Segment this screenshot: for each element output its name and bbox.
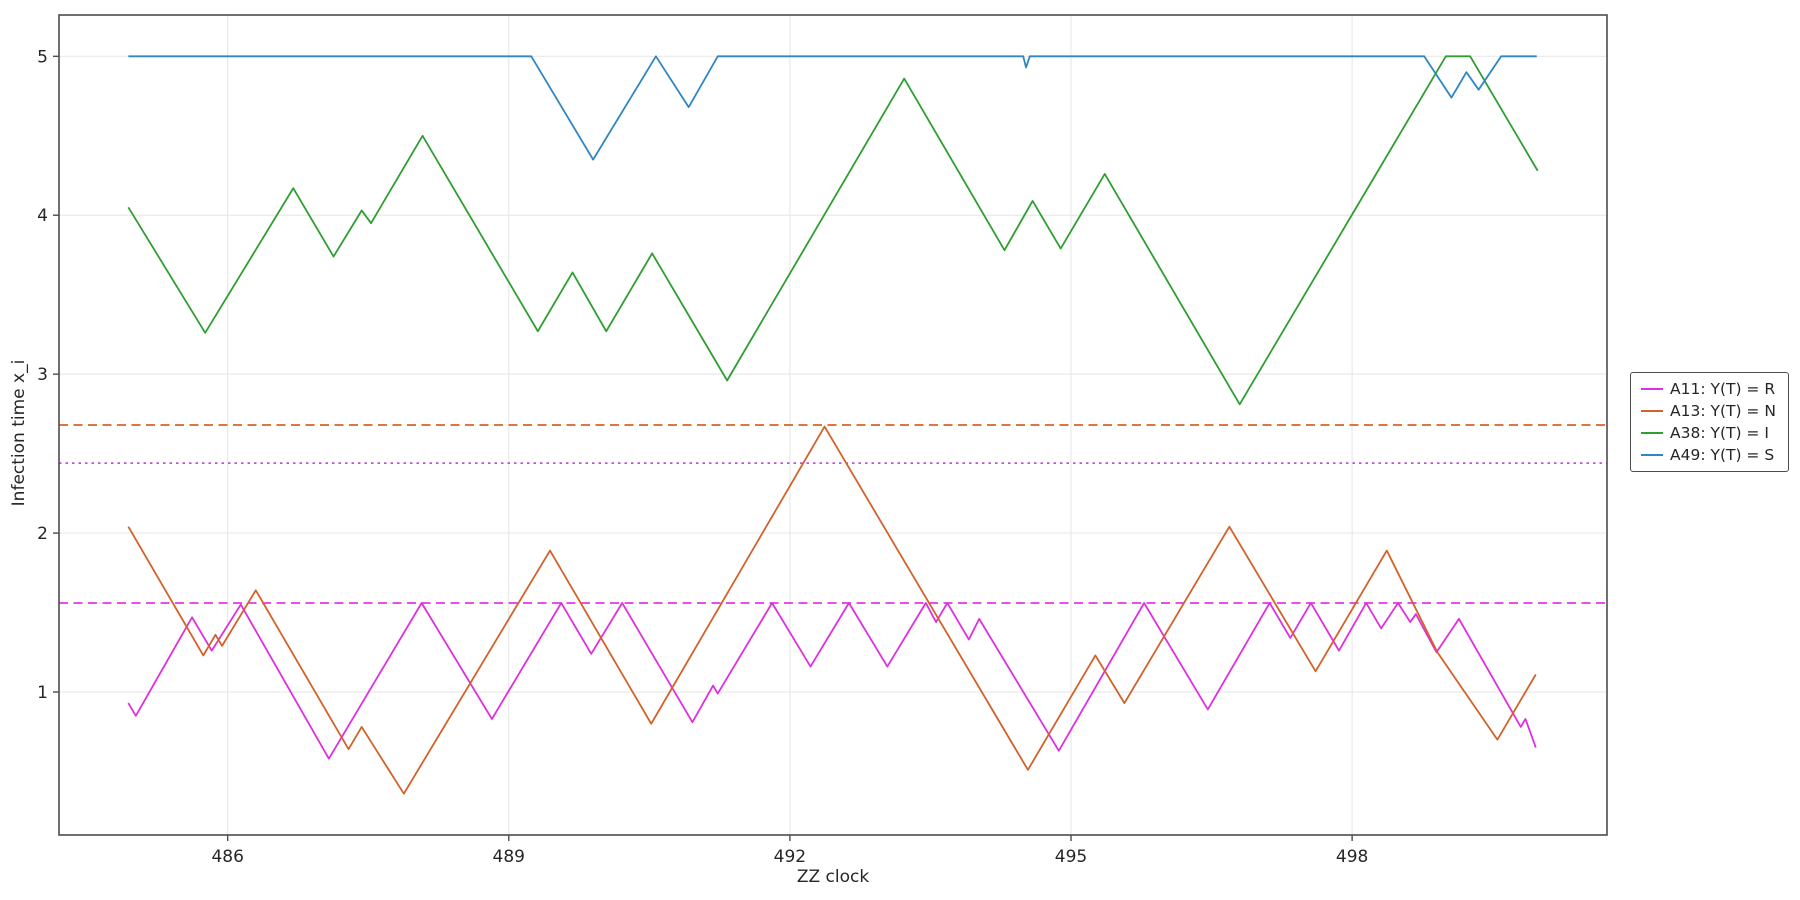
x-tick-label: 486 bbox=[211, 847, 243, 867]
legend-item: A13: Y(T) = N bbox=[1641, 402, 1776, 420]
legend-swatch-line bbox=[1641, 432, 1663, 434]
legend: A11: Y(T) = R A13: Y(T) = N A38: Y(T) = I A… bbox=[1630, 372, 1789, 472]
y-tick-label: 5 bbox=[37, 47, 48, 67]
y-tick-label: 4 bbox=[37, 206, 48, 226]
legend-item: A49: Y(T) = S bbox=[1641, 446, 1776, 464]
x-tick-label: 498 bbox=[1336, 847, 1368, 867]
legend-swatch-line bbox=[1641, 454, 1663, 456]
legend-swatch-line bbox=[1641, 410, 1663, 412]
legend-item-label: A38: Y(T) = I bbox=[1670, 424, 1769, 442]
legend-item: A38: Y(T) = I bbox=[1641, 424, 1776, 442]
series-line-A49 bbox=[128, 55, 1537, 161]
legend-item-label: A13: Y(T) = N bbox=[1670, 402, 1776, 420]
figure: 486 489 492 495 498 1 2 3 4 5 ZZ clock Infection … bbox=[0, 0, 1800, 900]
x-tick-label: 489 bbox=[493, 847, 525, 867]
series-line-A38 bbox=[127, 55, 1539, 406]
legend-swatch-line bbox=[1641, 388, 1663, 390]
x-tick-label: 495 bbox=[1055, 847, 1087, 867]
y-tick-label: 2 bbox=[37, 524, 48, 544]
y-tick-label: 3 bbox=[37, 365, 48, 385]
x-axis-label: ZZ clock bbox=[797, 867, 870, 887]
y-axis-label: Infection time x_i bbox=[9, 360, 29, 507]
tick-layer: 486 489 492 495 498 1 2 3 4 5 bbox=[37, 47, 1368, 867]
line-chart: 486 489 492 495 498 1 2 3 4 5 ZZ clock Infection … bbox=[9, 14, 1608, 887]
x-tick-label: 492 bbox=[774, 847, 806, 867]
legend-item: A11: Y(T) = R bbox=[1641, 380, 1776, 398]
series-line-A13 bbox=[127, 425, 1537, 795]
y-tick-label: 1 bbox=[37, 683, 48, 703]
reference-lines-layer bbox=[59, 424, 1607, 604]
legend-item-label: A11: Y(T) = R bbox=[1670, 380, 1776, 398]
legend-item-label: A49: Y(T) = S bbox=[1670, 446, 1775, 464]
